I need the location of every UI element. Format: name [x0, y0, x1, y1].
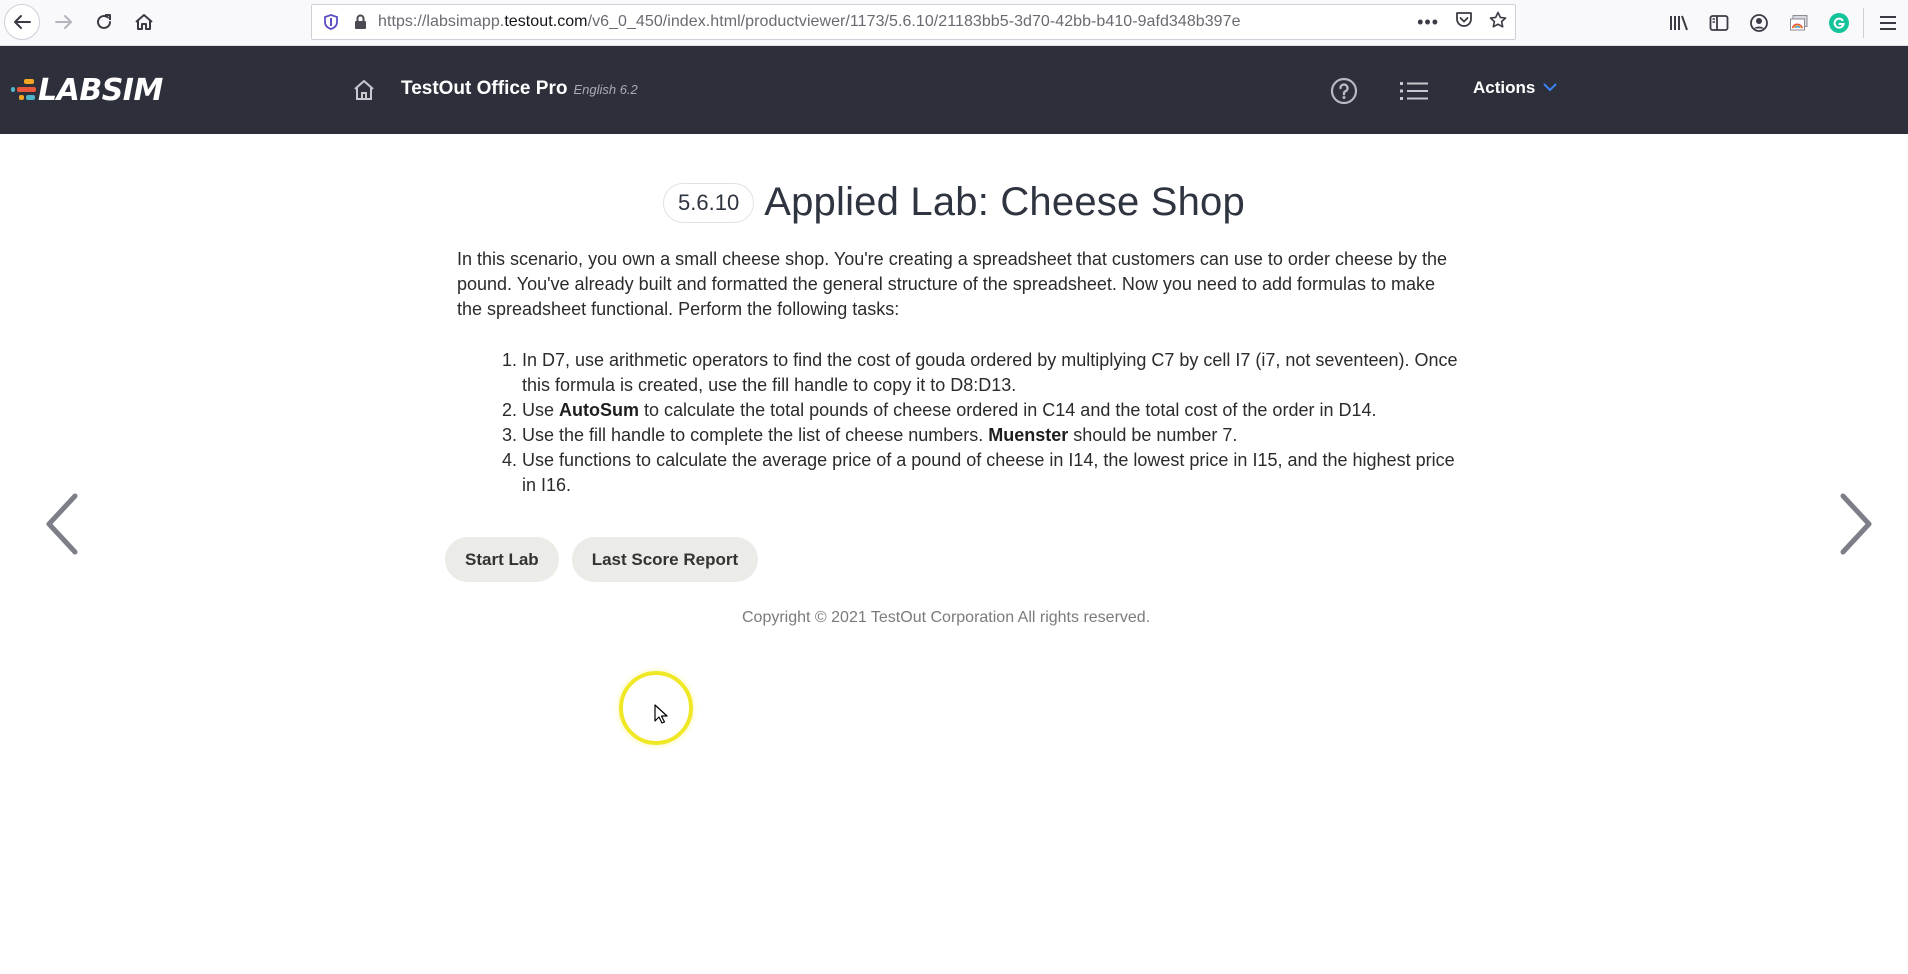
grammarly-icon[interactable] — [1819, 3, 1859, 43]
home-link[interactable] — [350, 76, 378, 104]
task-item: 1. In D7, use arithmetic operators to fin… — [502, 348, 1462, 398]
actions-menu-button[interactable]: Actions — [1473, 78, 1557, 98]
task-list: 1. In D7, use arithmetic operators to fin… — [502, 348, 1462, 498]
extension-icon[interactable] — [1779, 3, 1819, 43]
forward-button[interactable] — [46, 4, 82, 40]
reload-icon — [97, 14, 111, 29]
task-keyword: AutoSum — [559, 400, 640, 420]
task-text: to calculate the total pounds of cheese … — [639, 400, 1377, 420]
task-text: Use functions to calculate the average p… — [522, 450, 1455, 495]
task-item: 3. Use the fill handle to complete the li… — [502, 423, 1462, 448]
task-keyword: Muenster — [988, 425, 1069, 445]
mouse-cursor-icon — [654, 704, 668, 724]
browser-toolbar: https://labsimapp.testout.com/v6_0_450/i… — [0, 0, 1908, 46]
url-text[interactable]: https://labsimapp.testout.com/v6_0_450/i… — [378, 13, 1241, 31]
account-icon[interactable] — [1739, 3, 1779, 43]
help-icon — [1330, 77, 1358, 105]
lab-content: 5.6.10 Applied Lab: Cheese Shop In this … — [0, 134, 1908, 974]
lab-buttons: Start Lab Last Score Report — [445, 537, 759, 582]
next-page-button[interactable] — [1830, 488, 1880, 560]
logo-bars-icon — [10, 75, 38, 105]
previous-page-button[interactable] — [38, 488, 88, 560]
lock-icon[interactable] — [352, 13, 368, 31]
more-dots-icon[interactable]: ••• — [1417, 12, 1439, 33]
task-number: 1. — [502, 350, 518, 370]
task-number: 3. — [502, 425, 518, 445]
task-text: Use — [522, 400, 560, 420]
logo-text: LABSIM — [38, 72, 163, 108]
lab-title-row: 5.6.10 Applied Lab: Cheese Shop — [0, 180, 1908, 225]
task-number: 4. — [502, 450, 518, 470]
home-button[interactable] — [126, 4, 162, 40]
app-header: LABSIM TestOut Office Pro English 6.2 Act… — [0, 46, 1908, 134]
task-item: 4. Use functions to calculate the average… — [502, 448, 1462, 498]
toolbar-separator — [1863, 8, 1864, 38]
url-path: /v6_0_450/index.html/productviewer/1173/… — [587, 13, 1241, 30]
library-icon[interactable] — [1659, 3, 1699, 43]
table-of-contents-button[interactable] — [1398, 77, 1430, 105]
product-version: English 6.2 — [573, 82, 638, 97]
url-domain: testout.com — [504, 13, 588, 30]
star-icon[interactable] — [1489, 11, 1507, 34]
home-icon — [354, 80, 374, 100]
shield-icon[interactable] — [322, 13, 340, 31]
home-icon — [135, 14, 153, 30]
task-number: 2. — [502, 400, 518, 420]
url-bar[interactable]: https://labsimapp.testout.com/v6_0_450/i… — [311, 4, 1516, 40]
chevron-left-icon — [46, 493, 78, 555]
chevron-right-icon — [1840, 493, 1872, 555]
lab-number-badge: 5.6.10 — [663, 182, 755, 223]
task-text: should be number 7. — [1068, 425, 1238, 445]
product-name: TestOut Office Pro — [401, 78, 568, 99]
url-prefix: https://labsimapp. — [378, 13, 505, 30]
task-text: In D7, use arithmetic operators to find … — [522, 350, 1458, 395]
task-text: Use the fill handle to complete the list… — [522, 425, 989, 445]
page-title: Applied Lab: Cheese Shop — [764, 180, 1245, 224]
back-button[interactable] — [4, 4, 40, 40]
pocket-icon[interactable] — [1455, 11, 1473, 33]
actions-label: Actions — [1473, 78, 1536, 97]
forward-arrow-icon — [55, 15, 72, 29]
hamburger-menu-icon[interactable] — [1868, 3, 1908, 43]
start-lab-button[interactable]: Start Lab — [445, 537, 559, 582]
product-title: TestOut Office Pro English 6.2 — [401, 78, 638, 100]
help-button[interactable] — [1330, 77, 1358, 105]
list-icon — [1400, 82, 1428, 100]
chevron-down-icon — [1543, 83, 1557, 93]
lab-intro: In this scenario, you own a small cheese… — [457, 249, 1448, 319]
last-score-report-button[interactable]: Last Score Report — [571, 537, 759, 582]
task-item: 2. Use AutoSum to calculate the total pou… — [502, 398, 1462, 423]
reload-button[interactable] — [86, 4, 122, 40]
copyright-text: Copyright © 2021 TestOut Corporation All… — [742, 609, 1151, 626]
back-arrow-icon — [14, 15, 31, 29]
labsim-logo[interactable]: LABSIM — [10, 68, 163, 112]
sidebar-icon[interactable] — [1699, 3, 1739, 43]
